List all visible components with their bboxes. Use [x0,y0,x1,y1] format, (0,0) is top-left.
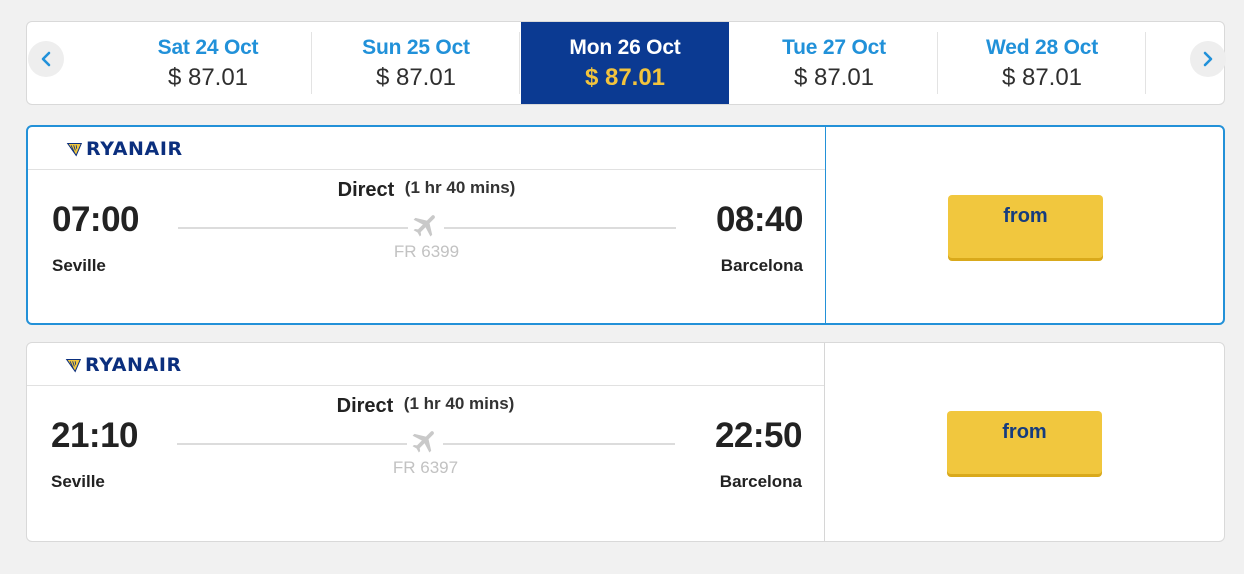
plane-icon [413,215,435,237]
date-tab-mon-26-oct[interactable]: Mon 26 Oct $ 87.01 [521,22,729,104]
stop-info: Direct (1 hr 40 mins) [28,178,825,202]
ryanair-logo: RYANAIR [66,138,183,160]
date-price: $ 87.01 [1001,64,1083,91]
divider [1145,32,1146,94]
route-line [443,443,675,445]
date-price: $ 87.01 [584,64,666,91]
date-label: Mon 26 Oct [569,36,681,59]
date-tab-wed-28-oct[interactable]: Wed 28 Oct $ 87.01 [938,22,1146,104]
direct-label: Direct [336,395,394,417]
date-tab-sat-24-oct[interactable]: Sat 24 Oct $ 87.01 [104,22,312,104]
date-price: $ 87.01 [167,64,249,91]
flight-details: RYANAIR Direct (1 hr 40 mins) 21:10 Sevi… [27,343,825,541]
date-selector: Sat 24 Oct $ 87.01 Sun 25 Oct $ 87.01 Mo… [26,21,1226,105]
arrival-time: 08:40 [715,200,804,239]
next-dates-button[interactable] [1190,41,1226,77]
flight-number: FR 6397 [392,458,459,477]
route-line [177,443,407,445]
harp-icon [66,142,83,156]
date-label: Tue 27 Oct [782,36,886,59]
harp-icon [65,358,82,372]
route-info: Direct (1 hr 40 mins) 07:00 Seville FR 6… [28,170,825,325]
date-price: $ 87.01 [793,64,875,91]
date-label: Sat 24 Oct [157,36,259,59]
plane-icon [412,431,434,453]
route-line [178,227,408,229]
fare-panel: from [825,343,1224,541]
flight-details: RYANAIR Direct (1 hr 40 mins) 07:00 Sevi… [28,127,826,323]
prev-dates-button[interactable] [28,41,64,77]
arrival-city: Barcelona [719,472,802,491]
arrival-city: Barcelona [720,256,803,275]
divider [519,32,520,94]
date-label: Wed 28 Oct [986,36,1098,59]
airline-name: RYANAIR [86,138,183,160]
airline-name: RYANAIR [85,354,182,376]
departure-time: 07:00 [52,200,140,239]
ryanair-logo: RYANAIR [65,354,182,376]
route-line [444,227,676,229]
date-tab-sun-25-oct[interactable]: Sun 25 Oct $ 87.01 [312,22,520,104]
airline-header: RYANAIR [27,343,824,386]
flight-card[interactable]: RYANAIR Direct (1 hr 40 mins) 21:10 Sevi… [26,342,1225,542]
flight-card[interactable]: RYANAIR Direct (1 hr 40 mins) 07:00 Sevi… [26,125,1225,325]
flight-number: FR 6399 [393,242,460,261]
departure-time: 21:10 [51,416,139,455]
date-price: $ 87.01 [375,64,457,91]
fare-panel: from [826,127,1223,323]
chevron-right-icon [1203,51,1213,67]
date-tab-tue-27-oct[interactable]: Tue 27 Oct $ 87.01 [730,22,938,104]
select-fare-button[interactable]: from [947,411,1102,474]
airline-header: RYANAIR [28,127,825,170]
select-fare-button[interactable]: from [948,195,1103,258]
date-label: Sun 25 Oct [362,36,470,59]
duration: (1 hr 40 mins) [403,394,515,413]
chevron-left-icon [41,51,51,67]
stop-info: Direct (1 hr 40 mins) [27,394,824,418]
route-info: Direct (1 hr 40 mins) 21:10 Seville FR 6… [27,386,824,541]
direct-label: Direct [337,179,395,201]
duration: (1 hr 40 mins) [404,178,516,197]
arrival-time: 22:50 [714,416,803,455]
